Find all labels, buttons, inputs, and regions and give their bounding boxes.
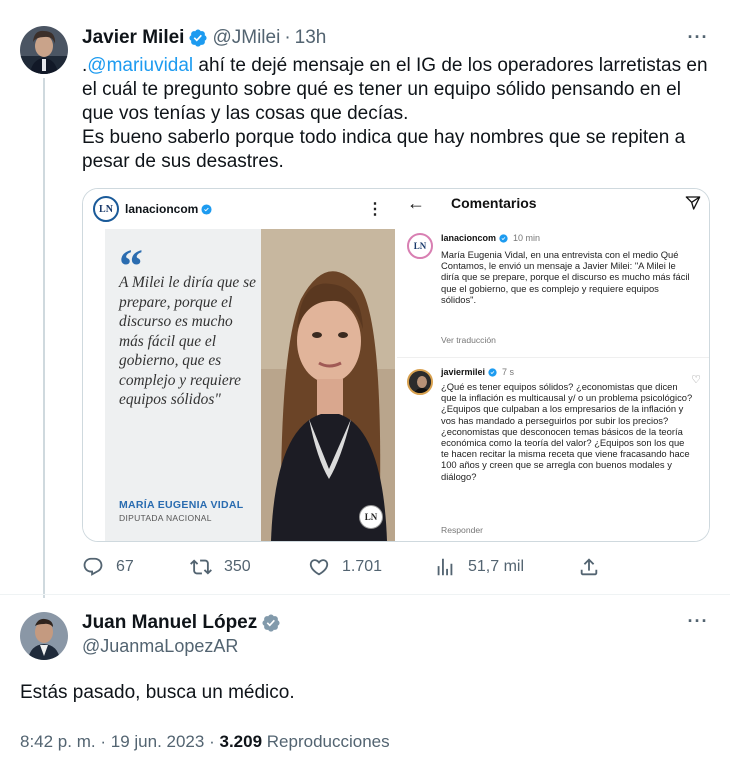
comments-title: Comentarios (451, 195, 537, 211)
comment2-user: javiermilei (441, 367, 486, 377)
ig-account-name: lanacioncom (125, 202, 199, 216)
reply-button[interactable]: 67 (82, 556, 134, 578)
comment2-text: ¿Qué es tener equipos sólidos? ¿economis… (441, 381, 693, 482)
retweet-button[interactable]: 350 (190, 556, 251, 578)
tweet-actions: 67 350 1.701 51,7 mil (82, 556, 710, 582)
comment1-text: María Eugenia Vidal, en una entrevista c… (441, 249, 690, 305)
comment-avatar-lanacion: LN (407, 233, 433, 259)
tweet-text-line2: Es bueno saberlo porque todo indica que … (82, 127, 686, 172)
reply-date[interactable]: 19 jun. 2023 (111, 732, 205, 751)
reply-author-handle[interactable]: @JuanmaLopezAR (82, 636, 238, 657)
back-arrow-icon: ← (407, 193, 425, 213)
avatar-juan-manuel-lopez[interactable] (20, 612, 68, 660)
reply-author-name[interactable]: Juan Manuel López (82, 612, 257, 634)
views-button[interactable]: 51,7 mil (434, 556, 524, 578)
author-handle[interactable]: @JMilei (212, 27, 280, 49)
views-chart-icon (437, 558, 453, 576)
tweet-header: Javier Milei @JMilei · 13h (82, 26, 326, 50)
like-button[interactable]: 1.701 (308, 556, 382, 578)
reply-views-count: 3.209 (219, 732, 263, 751)
comment-avatar-javiermilei (407, 369, 433, 395)
like-count: 1.701 (342, 558, 383, 575)
quote-role: DIPUTADA NACIONAL (119, 513, 212, 523)
more-options-icon[interactable]: ··· (686, 612, 710, 634)
retweet-count: 350 (224, 558, 251, 575)
more-options-icon[interactable]: ··· (686, 28, 710, 50)
lanacion-logo: LN (93, 196, 119, 222)
comment-divider (397, 357, 709, 358)
share-button[interactable] (578, 556, 612, 578)
thread-line (43, 78, 45, 598)
retweet-icon (190, 559, 212, 575)
reply-views-label: Reproducciones (266, 732, 390, 751)
reply-author-header: Juan Manuel López (82, 612, 285, 634)
lanacion-badge: LN (359, 505, 383, 529)
portrait-photo (261, 229, 395, 541)
views-count: 51,7 mil (468, 558, 525, 575)
verified-mini-icon (201, 203, 212, 215)
verified-mini-icon (488, 367, 497, 377)
quote-author: MARÍA EUGENIA VIDAL (119, 499, 244, 511)
mention-link[interactable]: @mariuvidal (87, 55, 193, 76)
verified-gray-icon (262, 614, 280, 632)
reply-icon (83, 557, 103, 576)
separator-dot: · (100, 732, 107, 751)
reply-time[interactable]: 8:42 p. m. (20, 732, 96, 751)
comment1-translate: Ver traducción (441, 335, 496, 345)
comment1-age: 10 min (513, 233, 541, 243)
reply-meta: 8:42 p. m. · 19 jun. 2023 · 3.209 Reprod… (20, 732, 390, 752)
tweet-time[interactable]: 13h (295, 27, 327, 49)
author-name[interactable]: Javier Milei (82, 27, 184, 49)
comment1-header: lanacioncom 10 min (441, 233, 540, 243)
quote-text: A Milei le diría que se prepare, porque … (119, 274, 256, 408)
ig-menu-icon: ⋮ (367, 201, 383, 218)
ig-post-header: LN lanacioncom (83, 189, 397, 229)
separator-dot: · (284, 27, 291, 48)
ig-comments-panel: ← Comentarios LN lanacioncom 10 min Marí… (397, 189, 709, 541)
comment2-reply: Responder (441, 525, 484, 535)
comment1-user: lanacioncom (441, 233, 497, 243)
tweet-divider (0, 594, 730, 595)
share-icon (580, 558, 598, 576)
media-image[interactable]: LN lanacioncom ⋮ “ A Milei le diría que … (82, 188, 710, 542)
tweet-text: .@mariuvidal ahí te dejé mensaje en el I… (82, 54, 712, 174)
separator-dot: · (209, 732, 215, 751)
heart-icon (309, 559, 329, 576)
verified-blue-icon (189, 29, 207, 47)
reply-count: 67 (116, 558, 134, 575)
comments-header: ← Comentarios (397, 189, 709, 219)
comment2-header: javiermilei 7 s (441, 367, 514, 377)
avatar-javier-milei[interactable] (20, 26, 68, 74)
comment2-age: 7 s (502, 367, 515, 377)
verified-mini-icon (499, 233, 508, 243)
reply-text: Estás pasado, busca un médico. (20, 682, 295, 703)
ig-post-panel: LN lanacioncom ⋮ “ A Milei le diría que … (83, 189, 397, 541)
send-icon (685, 196, 701, 210)
